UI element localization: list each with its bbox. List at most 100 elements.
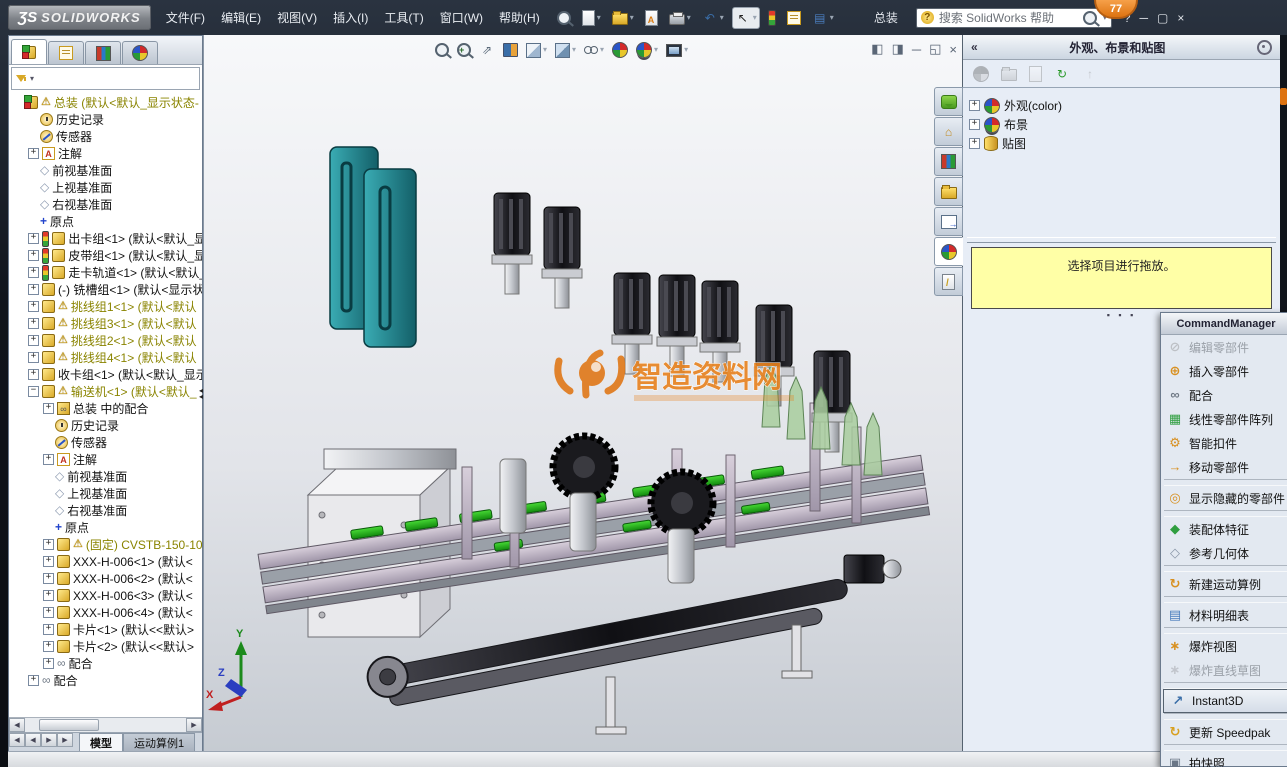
task-pane-tab-design-library[interactable] (934, 147, 963, 176)
traffic-light-button[interactable] (766, 8, 778, 28)
menu-item-7[interactable]: 帮助(H) (492, 5, 547, 30)
expand-toggle[interactable]: + (28, 250, 39, 261)
apply-scene-button[interactable]: ▾ (636, 42, 658, 58)
expand-toggle[interactable]: + (43, 454, 54, 465)
tree-item[interactable]: −⚠输送机<1> (默认<默认_ (9, 383, 202, 400)
hide-show-items-button[interactable]: ▾ (584, 46, 604, 54)
property-sheet-button[interactable] (785, 9, 803, 27)
expand-toggle[interactable]: + (43, 658, 54, 669)
search-icon[interactable] (1082, 10, 1098, 26)
pin-icon[interactable] (1257, 40, 1272, 55)
minimize-button[interactable]: ─ (1140, 11, 1149, 25)
zoom-area-button[interactable] (457, 43, 471, 57)
tree-item[interactable]: +收卡组<1> (默认<默认_显示 (9, 366, 202, 383)
magnifier-button[interactable] (555, 9, 573, 27)
model-viewport[interactable]: 智造资料网 Y X Z ⇗▾▾▾▾▾ ◧◨─◱× ⌂ (203, 35, 963, 752)
close-button[interactable]: × (1177, 11, 1184, 25)
tree-item[interactable]: 传感器 (9, 434, 202, 451)
annotation-document-button[interactable] (643, 8, 660, 28)
tree-item[interactable]: +XXX-H-006<4> (默认< (9, 604, 202, 621)
tab-nav-prev[interactable]: ◀ (25, 733, 41, 747)
tree-item[interactable]: +走卡轨道<1> (默认<默认_显 (9, 264, 202, 281)
tree-item[interactable]: +∞配合 (9, 655, 202, 672)
tree-item[interactable]: +⚠挑线组3<1> (默认<默认 (9, 315, 202, 332)
expand-toggle[interactable]: + (969, 138, 980, 149)
tab-feature-manager[interactable] (11, 39, 47, 64)
tree-item[interactable]: +A注解 (9, 145, 202, 162)
command-show-hidden[interactable]: ◎显示隐藏的零部件 (1161, 486, 1287, 510)
expand-toggle[interactable]: + (28, 233, 39, 244)
dropdown-caret[interactable]: ▾ (630, 14, 634, 22)
menu-item-2[interactable]: 编辑(E) (214, 5, 268, 30)
command-instant3d[interactable]: ↗Instant3D (1163, 689, 1287, 713)
zoom-magnifier-button[interactable]: ⇗ (479, 42, 495, 58)
expand-toggle[interactable]: + (28, 335, 39, 346)
task-pane-tab-forum[interactable] (934, 87, 963, 116)
expand-toggle[interactable]: + (28, 675, 39, 686)
tree-item[interactable]: +∞总装 中的配合 (9, 400, 202, 417)
doc-tab-运动算例1[interactable]: 运动算例1 (123, 733, 195, 751)
list-options-button[interactable]: ▤▾ (810, 8, 836, 28)
scroll-thumb[interactable] (39, 719, 99, 731)
dropdown-caret[interactable]: ▾ (654, 46, 658, 54)
command-move-component[interactable]: →移动零部件 (1161, 455, 1287, 479)
tree-item[interactable]: +出卡组<1> (默认<默认_显示 (9, 230, 202, 247)
command-new-motion-study[interactable]: ↻新建运动算例 (1161, 572, 1287, 596)
command-linear-pattern[interactable]: ▦线性零部件阵列 (1161, 407, 1287, 431)
appearance-tree-item[interactable]: +贴图 (969, 134, 1274, 153)
dropdown-caret[interactable]: ▾ (684, 46, 688, 54)
print-button[interactable]: ▾ (667, 9, 693, 27)
command-smart-fasteners[interactable]: ⚙智能扣件 (1161, 431, 1287, 455)
restore-button[interactable]: ▢ (1157, 11, 1168, 25)
appearance-tree-item[interactable]: +布景 (969, 115, 1274, 134)
task-pane-tab-custom-properties[interactable] (934, 267, 963, 296)
tab-nav-last[interactable]: ▶ (57, 733, 73, 747)
task-pane-tab-appearances[interactable] (934, 237, 963, 266)
tree-item[interactable]: +⚠(固定) CVSTB-150-10 (9, 536, 202, 553)
tree-item[interactable]: ◇前视基准面 (9, 162, 202, 179)
tree-item[interactable]: +A注解 (9, 451, 202, 468)
viewport-restore-button[interactable]: ◱ (929, 41, 941, 57)
tree-item[interactable]: 历史记录 (9, 417, 202, 434)
tree-item[interactable]: ◇右视基准面 (9, 196, 202, 213)
doc-tab-模型[interactable]: 模型 (79, 733, 123, 751)
viewport-minimize-button[interactable]: ─ (912, 42, 921, 57)
task-pane-tab-view-palette[interactable] (934, 207, 963, 236)
command-manager-title[interactable]: CommandManager (1161, 313, 1287, 335)
tab-configuration-manager[interactable] (85, 41, 121, 64)
command-bom[interactable]: ▤材料明细表 (1161, 603, 1287, 627)
tree-item[interactable]: +原点 (9, 519, 202, 536)
tree-item[interactable]: ⚠总装 (默认<默认_显示状态- (9, 94, 202, 111)
task-pane-tab-resources[interactable]: ⌂ (934, 117, 963, 146)
command-insert-component[interactable]: ⊕插入零部件 (1161, 359, 1287, 383)
dropdown-caret[interactable]: ▾ (720, 14, 724, 22)
dropdown-caret[interactable]: ▾ (543, 46, 547, 54)
command-assembly-features[interactable]: ◆装配体特征 (1161, 517, 1287, 541)
filter-caret[interactable]: ▾ (30, 75, 34, 83)
edit-appearance-button[interactable] (612, 42, 628, 58)
select-cursor-button[interactable]: ↖▾ (733, 8, 759, 28)
tree-item[interactable]: 传感器 (9, 128, 202, 145)
appearance-tree-item[interactable]: +外观(color) (969, 96, 1274, 115)
expand-toggle[interactable]: + (43, 624, 54, 635)
tree-item[interactable]: +卡片<1> (默认<<默认> (9, 621, 202, 638)
tab-display-manager[interactable] (122, 41, 158, 64)
expand-toggle[interactable]: + (43, 539, 54, 550)
scroll-left-button[interactable]: ◀ (9, 718, 25, 732)
expand-toggle[interactable]: + (43, 403, 54, 414)
tree-item[interactable]: ◇前视基准面 (9, 468, 202, 485)
dropdown-caret[interactable]: ▾ (687, 14, 691, 22)
tree-item[interactable]: ◇上视基准面 (9, 179, 202, 196)
expand-toggle[interactable]: + (969, 100, 980, 111)
tree-filter-input[interactable]: ▾ (11, 67, 200, 90)
tree-item[interactable]: +卡片<2> (默认<<默认> (9, 638, 202, 655)
tree-item[interactable]: +XXX-H-006<3> (默认< (9, 587, 202, 604)
dropdown-caret[interactable]: ▾ (572, 46, 576, 54)
command-exploded-view[interactable]: ∗爆炸视图 (1161, 634, 1287, 658)
command-take-snapshot[interactable]: ▣拍快照 (1161, 751, 1287, 767)
expand-toggle[interactable]: + (28, 284, 39, 295)
menu-item-5[interactable]: 工具(T) (377, 5, 430, 30)
expand-toggle[interactable]: + (43, 573, 54, 584)
tree-item[interactable]: 历史记录 (9, 111, 202, 128)
collapse-chevron-icon[interactable]: « (971, 40, 978, 54)
